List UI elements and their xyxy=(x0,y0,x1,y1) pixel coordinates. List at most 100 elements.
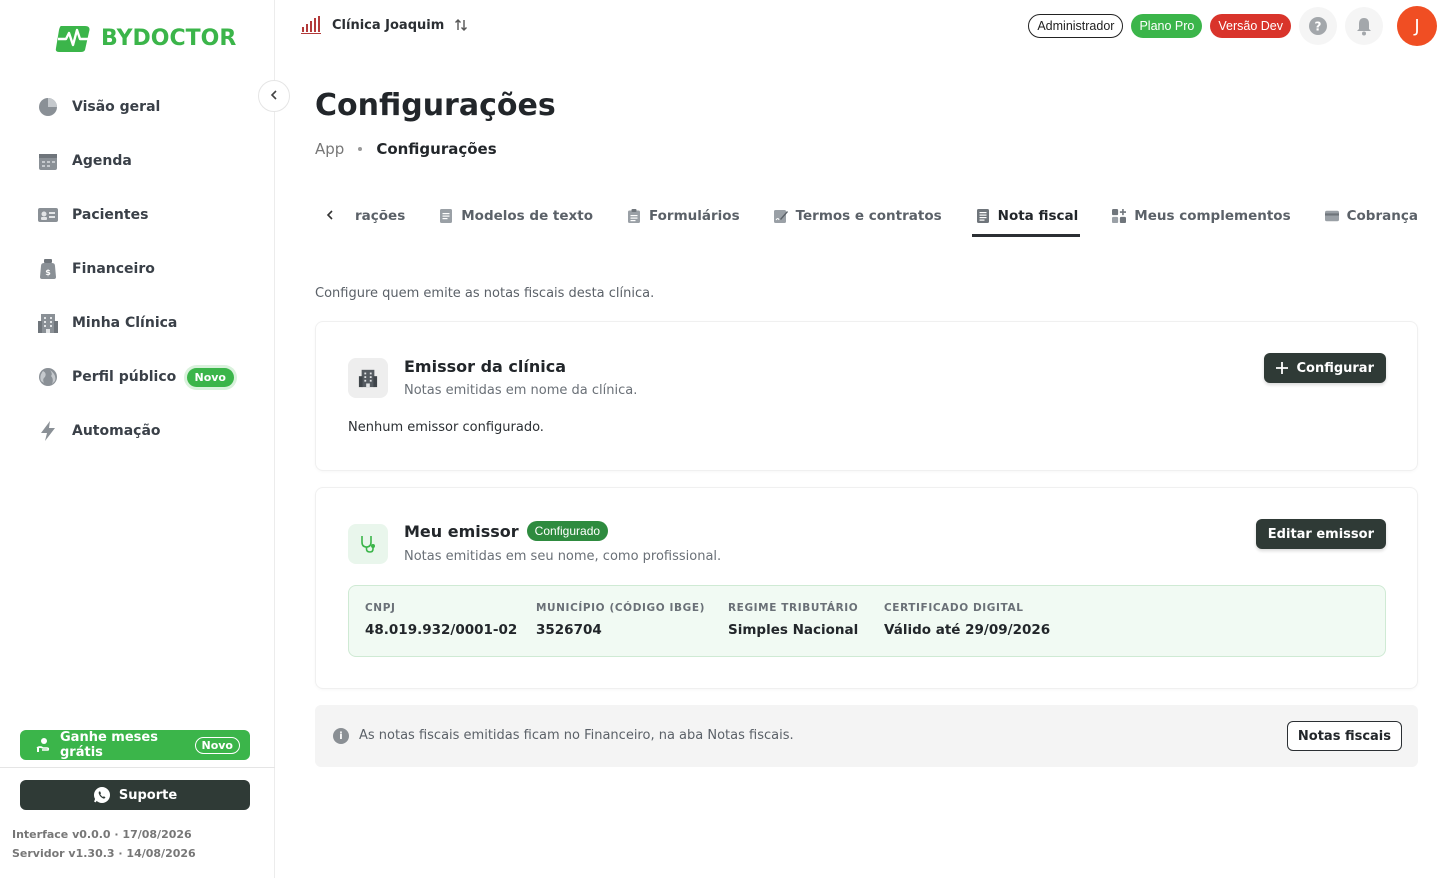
interface-version: Interface v0.0.0 · 17/08/2026 xyxy=(12,828,192,841)
svg-text:?: ? xyxy=(1315,20,1322,34)
version-badge[interactable]: Versão Dev xyxy=(1210,14,1291,38)
field-label: MUNICÍPIO (CÓDIGO IBGE) xyxy=(536,602,706,614)
promo-badge: Novo xyxy=(194,736,240,754)
receipt-icon xyxy=(976,209,989,223)
tab-termos-e-contratos[interactable]: Termos e contratos xyxy=(773,196,942,236)
sidebar-item-label: Pacientes xyxy=(72,207,149,223)
apps-add-icon xyxy=(1112,209,1127,223)
configure-button[interactable]: Configurar xyxy=(1264,353,1386,383)
role-badge[interactable]: Administrador xyxy=(1028,14,1124,38)
tab-label: Meus complementos xyxy=(1134,208,1291,224)
svg-text:$: $ xyxy=(45,268,51,277)
breadcrumb-item[interactable]: App xyxy=(315,140,344,158)
sidebar-item-pacientes[interactable]: Pacientes xyxy=(36,188,246,242)
pie-chart-icon xyxy=(36,95,60,119)
document-icon xyxy=(440,209,453,223)
tab-label: Termos e contratos xyxy=(795,208,942,224)
sidebar-item-agenda[interactable]: Agenda xyxy=(36,134,246,188)
bell-icon xyxy=(1355,16,1373,36)
tab-meus-complementos[interactable]: Meus complementos xyxy=(1112,196,1291,236)
plan-badge[interactable]: Plano Pro xyxy=(1131,14,1203,38)
globe-icon xyxy=(36,365,60,389)
server-version: Servidor v1.30.3 · 14/08/2026 xyxy=(12,847,196,860)
sidebar-item-perfil-publico[interactable]: Perfil público Novo xyxy=(36,350,246,404)
credit-card-icon xyxy=(1324,210,1339,222)
whatsapp-icon xyxy=(93,786,111,804)
promo-label: Ganhe meses grátis xyxy=(60,730,158,760)
sidebar-item-financeiro[interactable]: $ Financeiro xyxy=(36,242,246,296)
intro-text: Configure quem emite as notas fiscais de… xyxy=(315,286,655,301)
gift-hand-icon xyxy=(36,737,52,753)
sidebar: BYDOCTOR Visão geral Agenda Pacientes $ … xyxy=(0,0,275,878)
field-value: Válido até 29/09/2026 xyxy=(884,622,1051,638)
sidebar-item-label: Perfil público xyxy=(72,369,177,385)
edit-issuer-button[interactable]: Editar emissor xyxy=(1255,519,1386,549)
tab-formularios[interactable]: Formulários xyxy=(627,196,740,236)
swap-arrows-icon xyxy=(454,18,468,32)
tab-nota-fiscal[interactable]: Nota fiscal xyxy=(971,196,1080,237)
tab-cobranca[interactable]: Cobrança xyxy=(1324,196,1418,236)
configure-label: Configurar xyxy=(1296,360,1374,376)
page-title: Configurações xyxy=(315,88,556,123)
id-card-icon xyxy=(36,203,60,227)
sidebar-item-label: Minha Clínica xyxy=(72,315,178,331)
sidebar-item-label: Financeiro xyxy=(72,261,155,277)
building-icon xyxy=(36,311,60,335)
breadcrumb: App Configurações xyxy=(315,140,497,158)
help-button[interactable]: ? xyxy=(1299,7,1337,45)
collapse-sidebar-button[interactable] xyxy=(258,80,290,112)
card-subtitle: Notas emitidas em nome da clínica. xyxy=(404,383,638,398)
money-bag-icon: $ xyxy=(36,257,60,281)
clinic-switcher[interactable]: Clínica Joaquim xyxy=(300,15,468,35)
header-actions: Administrador Plano Pro Versão Dev ? J xyxy=(1028,6,1437,46)
field-certificado-digital: CERTIFICADO DIGITAL Válido até 29/09/202… xyxy=(884,602,1050,638)
clipboard-icon xyxy=(627,209,640,223)
logo-icon xyxy=(55,26,91,52)
sidebar-divider xyxy=(0,767,275,768)
empty-state-text: Nenhum emissor configurado. xyxy=(348,420,544,435)
tab-label: Cobrança xyxy=(1346,208,1418,224)
sidebar-item-label: Agenda xyxy=(72,153,132,169)
chevron-left-icon[interactable] xyxy=(325,208,345,224)
note-text: As notas fiscais emitidas ficam no Finan… xyxy=(359,728,794,743)
stethoscope-icon xyxy=(348,524,388,564)
card-title: Emissor da clínica xyxy=(404,357,567,376)
my-issuer-card: Meu emissor Configurado Notas emitidas e… xyxy=(315,487,1418,689)
sidebar-item-label: Visão geral xyxy=(72,99,161,115)
notas-fiscais-button[interactable]: Notas fiscais xyxy=(1286,721,1402,751)
tab-integracoes[interactable]: rações xyxy=(355,196,405,236)
tab-label: Modelos de texto xyxy=(461,208,593,224)
field-label: REGIME TRIBUTÁRIO xyxy=(728,602,859,614)
tab-label: Formulários xyxy=(648,208,740,224)
sidebar-item-label: Automação xyxy=(72,423,161,439)
clinic-issuer-card: Emissor da clínica Notas emitidas em nom… xyxy=(315,321,1418,471)
field-cnpj: CNPJ 48.019.932/0001-02 xyxy=(365,602,517,638)
clinic-logo-icon xyxy=(300,15,322,35)
edit-issuer-label: Editar emissor xyxy=(1267,526,1374,542)
sidebar-item-automacao[interactable]: Automação xyxy=(36,404,246,458)
card-subtitle: Notas emitidas em seu nome, como profiss… xyxy=(404,549,722,564)
field-municipio: MUNICÍPIO (CÓDIGO IBGE) 3526704 xyxy=(536,602,705,638)
sidebar-item-visao-geral[interactable]: Visão geral xyxy=(36,80,246,134)
plus-icon xyxy=(1276,362,1289,374)
promo-button[interactable]: Ganhe meses grátis Novo xyxy=(20,730,250,760)
support-label: Suporte xyxy=(118,787,178,803)
settings-tabs: rações Modelos de texto Formulários Term… xyxy=(325,196,1452,237)
tab-label: Nota fiscal xyxy=(997,208,1079,224)
new-badge: Novo xyxy=(186,367,234,387)
breadcrumb-current: Configurações xyxy=(376,140,497,158)
info-note: i As notas fiscais emitidas ficam no Fin… xyxy=(315,705,1418,767)
lightning-icon xyxy=(36,419,60,443)
building-icon xyxy=(348,358,388,398)
tab-modelos-de-texto[interactable]: Modelos de texto xyxy=(439,196,593,236)
field-regime-tributario: REGIME TRIBUTÁRIO Simples Nacional xyxy=(728,602,858,638)
field-value: Simples Nacional xyxy=(728,622,859,638)
breadcrumb-separator xyxy=(358,147,363,151)
support-button[interactable]: Suporte xyxy=(20,780,250,810)
sidebar-item-minha-clinica[interactable]: Minha Clínica xyxy=(36,296,246,350)
card-title-row: Meu emissor Configurado xyxy=(404,521,609,541)
notifications-button[interactable] xyxy=(1345,7,1383,45)
user-avatar[interactable]: J xyxy=(1397,6,1437,46)
brand-logo[interactable]: BYDOCTOR xyxy=(55,22,236,54)
field-value: 3526704 xyxy=(536,622,602,638)
